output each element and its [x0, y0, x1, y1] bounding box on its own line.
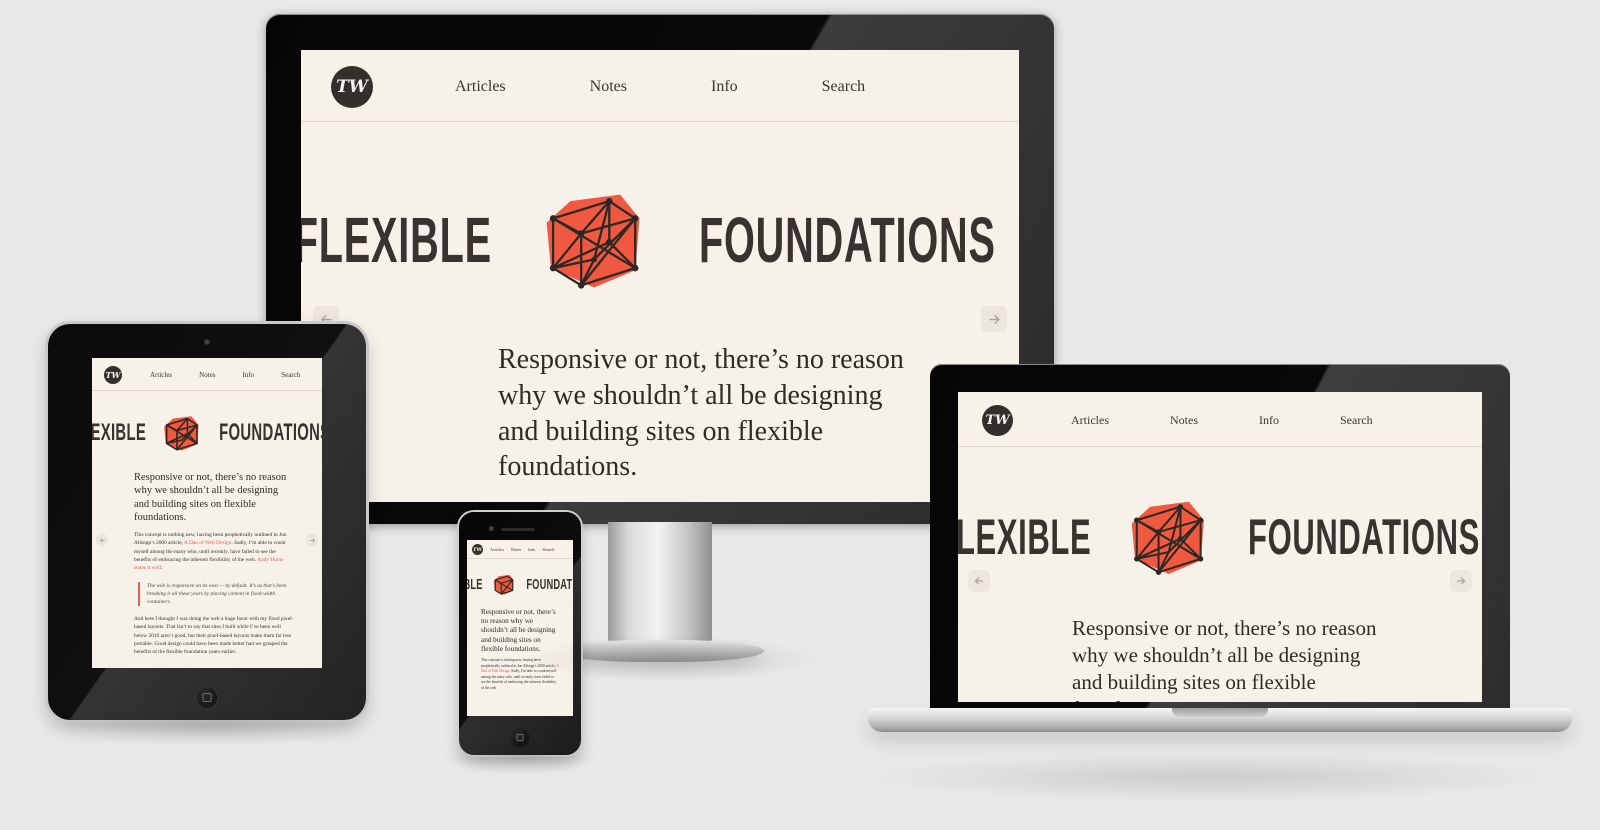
article-paragraph-1: This concept is nothing new, having been… — [498, 498, 926, 502]
phone-article-paragraph-1: This concept is nothing new, having been… — [481, 658, 559, 691]
tablet-pullquote: The web is responsive on its own — by de… — [138, 581, 294, 606]
arrow-left-icon — [974, 577, 984, 585]
tablet-carousel-next-button[interactable] — [306, 534, 318, 546]
phone-article-lede: Responsive or not, there’s no reason why… — [481, 608, 556, 653]
phone-site-nav: TW Articles Notes Info Search — [467, 540, 573, 559]
phone-screen: TW Articles Notes Info Search FLEXIBLE — [467, 540, 573, 716]
phone-page-title: FLEXIBLE FOUNDATIONS — [467, 573, 573, 596]
arrow-right-icon — [1456, 577, 1466, 585]
site-logo[interactable]: TW — [331, 66, 373, 108]
laptop-headline-word-right: FOUNDATIONS — [1247, 509, 1480, 565]
laptop-article-column: Responsive or not, there’s no reason why… — [1072, 615, 1382, 702]
laptop-nav-link-search[interactable]: Search — [1340, 413, 1373, 428]
home-square-icon — [516, 734, 524, 741]
tablet-paragraph-1-text-end: : — [160, 565, 163, 572]
phone-nav-link-info[interactable]: Info — [528, 547, 535, 552]
article-column: Responsive or not, there’s no reason why… — [498, 342, 926, 502]
tablet-headline-word-left: FLEXIBLE — [92, 419, 147, 446]
article-lede: Responsive or not, there’s no reason why… — [498, 344, 904, 483]
laptop-article-lede: Responsive or not, there’s no reason why… — [1072, 616, 1377, 702]
site-nav: TW Articles Notes Info Search — [301, 50, 1019, 122]
laptop-site-logo[interactable]: TW — [982, 405, 1013, 436]
tablet-home-button[interactable] — [195, 686, 219, 709]
phone-camera-icon — [489, 526, 494, 531]
phone-site-logo[interactable]: TW — [472, 544, 483, 555]
tablet-article-column: Responsive or not, there’s no reason why… — [134, 471, 294, 657]
tablet-screen: TW Articles Notes Info Search FLEXIBLE — [92, 358, 322, 668]
laptop-site-nav: TW Articles Notes Info Search — [958, 392, 1482, 447]
tablet: TW Articles Notes Info Search FLEXIBLE — [48, 324, 366, 720]
phone-article-column: Responsive or not, there’s no reason why… — [481, 608, 559, 691]
tablet-nav-link-articles[interactable]: Articles — [150, 371, 172, 379]
tablet-headline-word-right: FOUNDATIONS — [219, 419, 322, 446]
laptop-nav-link-articles[interactable]: Articles — [1071, 413, 1109, 428]
laptop: TW Articles Notes Info Search FLEXIBLE — [868, 364, 1572, 764]
tablet-article-lede: Responsive or not, there’s no reason why… — [134, 472, 287, 524]
phone-nav-links: Articles Notes Info Search — [490, 547, 554, 552]
tablet-nav-link-info[interactable]: Info — [243, 371, 255, 379]
cube-logo-icon — [538, 186, 646, 294]
paragraph-1-text-before: This concept is nothing new, having been… — [498, 501, 911, 502]
tablet-page-title: FLEXIBLE FOUNDATIONS — [92, 413, 322, 453]
phone-headline-word-left: FLEXIBLE — [467, 576, 484, 593]
nav-links: Articles Notes Info Search — [455, 78, 865, 96]
carousel-next-button[interactable] — [981, 306, 1007, 332]
laptop-page-title: FLEXIBLE — [958, 495, 1482, 579]
tablet-nav-links: Articles Notes Info Search — [150, 371, 300, 379]
phone-nav-link-articles[interactable]: Articles — [490, 547, 504, 552]
arrow-left-icon — [99, 537, 105, 543]
laptop-base-notch — [1172, 708, 1268, 717]
laptop-nav-link-notes[interactable]: Notes — [1170, 413, 1198, 428]
arrow-right-icon — [988, 314, 1000, 324]
tablet-carousel-prev-button[interactable] — [96, 534, 108, 546]
laptop-cube-logo-icon — [1125, 495, 1209, 579]
nav-link-info[interactable]: Info — [711, 78, 738, 96]
page-title: FLEXIBLE FOUNDATIONS — [301, 186, 1019, 294]
laptop-screen: TW Articles Notes Info Search FLEXIBLE — [958, 392, 1482, 702]
phone-headline-word-right: FOUNDATIONS — [526, 576, 573, 593]
laptop-nav-link-info[interactable]: Info — [1259, 413, 1279, 428]
headline-word-right: FOUNDATIONS — [699, 204, 997, 276]
nav-link-articles[interactable]: Articles — [455, 78, 506, 96]
phone-paragraph-1-text-before: This concept is nothing new, having been… — [481, 658, 557, 668]
nav-link-search[interactable]: Search — [822, 78, 866, 96]
smartphone: TW Articles Notes Info Search FLEXIBLE — [459, 512, 581, 755]
monitor-stand-neck — [608, 522, 712, 644]
tablet-article-paragraph-2: And here I thought I was doing the web a… — [134, 615, 294, 656]
laptop-carousel-prev-button[interactable] — [968, 570, 990, 592]
phone-speaker-icon — [501, 528, 535, 531]
phone-nav-link-notes[interactable]: Notes — [511, 547, 521, 552]
laptop-headline-word-left: FLEXIBLE — [958, 509, 1092, 565]
tablet-nav-link-search[interactable]: Search — [281, 371, 300, 379]
tablet-nav-link-notes[interactable]: Notes — [199, 371, 215, 379]
tablet-camera-icon — [204, 339, 210, 345]
phone-cube-logo-icon — [492, 573, 515, 596]
home-square-icon — [202, 693, 212, 702]
laptop-nav-links: Articles Notes Info Search — [1071, 413, 1373, 428]
monitor-stand-base — [556, 640, 764, 662]
tablet-article-paragraph-1: This concept is nothing new, having been… — [134, 531, 294, 573]
phone-nav-link-search[interactable]: Search — [542, 547, 554, 552]
phone-home-button[interactable] — [510, 728, 530, 747]
tablet-site-logo[interactable]: TW — [104, 366, 122, 384]
nav-link-notes[interactable]: Notes — [590, 78, 627, 96]
tablet-cube-logo-icon — [161, 413, 201, 453]
laptop-carousel-next-button[interactable] — [1450, 570, 1472, 592]
arrow-right-icon — [309, 537, 315, 543]
tablet-link-a-dao-of-web-design[interactable]: A Dao of Web Design — [184, 540, 231, 546]
tablet-site-nav: TW Articles Notes Info Search — [92, 358, 322, 391]
monitor-screen: TW Articles Notes Info Search FLEXIBLE F… — [301, 50, 1019, 502]
headline-word-left: FLEXIBLE — [301, 204, 492, 276]
